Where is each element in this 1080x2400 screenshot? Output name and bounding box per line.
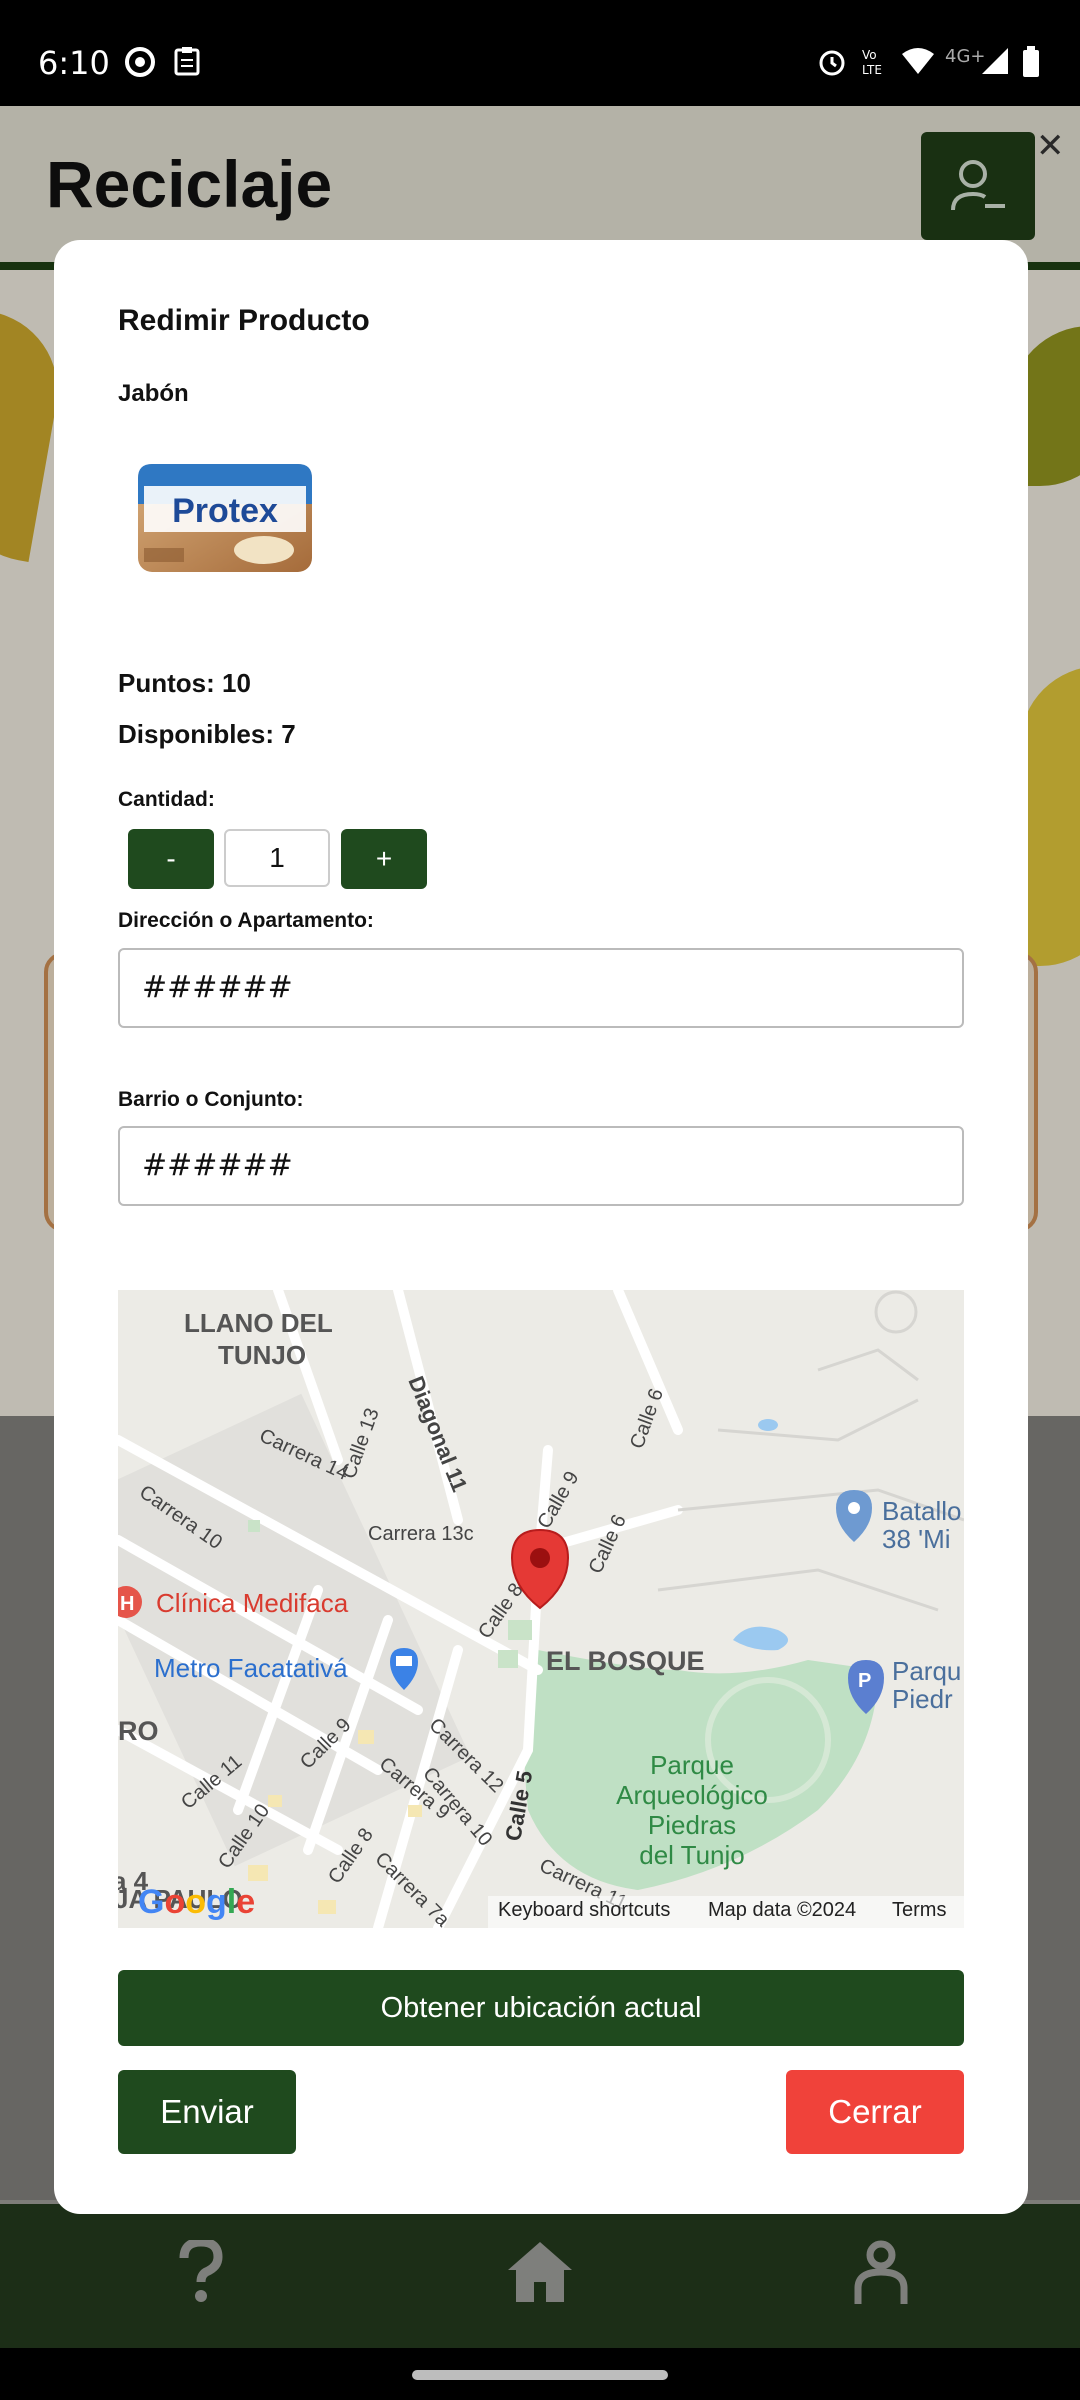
quantity-input[interactable]: 1 <box>224 829 330 887</box>
map-label-clinica: Clínica Medifaca <box>156 1588 349 1618</box>
increase-quantity-button[interactable]: + <box>341 829 427 889</box>
volte-icon: Vo LTE <box>860 46 890 83</box>
map-label-carrera-13c: Carrera 13c <box>368 1523 474 1545</box>
wifi-icon <box>900 46 936 81</box>
close-button[interactable]: Cerrar <box>786 2070 964 2154</box>
map-label-parque-1: Parqu <box>892 1656 961 1686</box>
parking-marker: P Parqu Piedr <box>848 1656 961 1714</box>
map-label-el-bosque: EL BOSQUE <box>546 1646 705 1676</box>
map-label-metro: Metro Facatativá <box>154 1653 348 1683</box>
svg-text:Vo: Vo <box>862 48 877 62</box>
bottom-navigation <box>0 2204 1080 2348</box>
map-label-batallon-1: Batallo <box>882 1496 962 1526</box>
user-icon[interactable] <box>854 2240 908 2309</box>
product-available: Disponibles: 7 <box>118 719 296 749</box>
map-data-attribution: Map data ©2024 <box>708 1899 857 1921</box>
redeem-product-modal: Redimir Producto Jabón Protex Puntos: 10… <box>54 240 1028 2214</box>
map-label-park-3: Piedras <box>648 1810 736 1840</box>
svg-text:P: P <box>858 1670 871 1692</box>
map-label-llano: LLANO DEL <box>184 1308 333 1338</box>
alarm-icon <box>816 46 848 83</box>
neighborhood-label: Barrio o Conjunto: <box>118 1088 304 1111</box>
battery-icon <box>1022 46 1040 83</box>
map-label-ro: RO <box>118 1716 159 1746</box>
clipboard-icon <box>174 46 200 81</box>
map-label-batallon-2: 38 'Mi <box>882 1524 951 1554</box>
product-points: Puntos: 10 <box>118 668 251 698</box>
map-keyboard-shortcuts-link[interactable]: Keyboard shortcuts <box>498 1899 670 1922</box>
svg-text:H: H <box>120 1593 134 1615</box>
gesture-handle[interactable] <box>412 2370 668 2380</box>
product-image: Protex <box>134 458 316 578</box>
location-map[interactable]: LLANO DEL TUNJO EL BOSQUE RO Diagonal 11… <box>118 1290 964 1928</box>
home-icon[interactable] <box>506 2240 574 2309</box>
product-brand: Protex <box>172 492 278 530</box>
google-logo: Google <box>138 1883 256 1921</box>
decrease-quantity-button[interactable]: - <box>128 829 214 889</box>
svg-text:LTE: LTE <box>862 63 882 77</box>
modal-title: Redimir Producto <box>118 304 370 337</box>
neighborhood-input[interactable]: ###### <box>118 1126 964 1206</box>
status-time: 6:10 <box>38 44 110 82</box>
get-current-location-button[interactable]: Obtener ubicación actual <box>118 1970 964 2046</box>
map-label-park-4: del Tunjo <box>639 1840 745 1870</box>
map-label-tunjo: TUNJO <box>218 1340 306 1370</box>
signal-icon <box>980 46 1010 81</box>
address-label: Dirección o Apartamento: <box>118 909 374 932</box>
map-label-parque-2: Piedr <box>892 1684 953 1714</box>
address-input[interactable]: ###### <box>118 948 964 1028</box>
send-button[interactable]: Enviar <box>118 2070 296 2154</box>
map-terms-link[interactable]: Terms <box>892 1899 946 1922</box>
product-name: Jabón <box>118 380 189 407</box>
help-icon[interactable] <box>178 2237 224 2309</box>
status-bar: 6:10 Vo LTE 4G+ <box>0 0 1080 106</box>
map-label-park-2: Arqueológico <box>616 1780 768 1810</box>
quantity-label: Cantidad: <box>118 788 215 811</box>
chrome-icon <box>124 46 156 83</box>
map-label-park-1: Parque <box>650 1750 734 1780</box>
